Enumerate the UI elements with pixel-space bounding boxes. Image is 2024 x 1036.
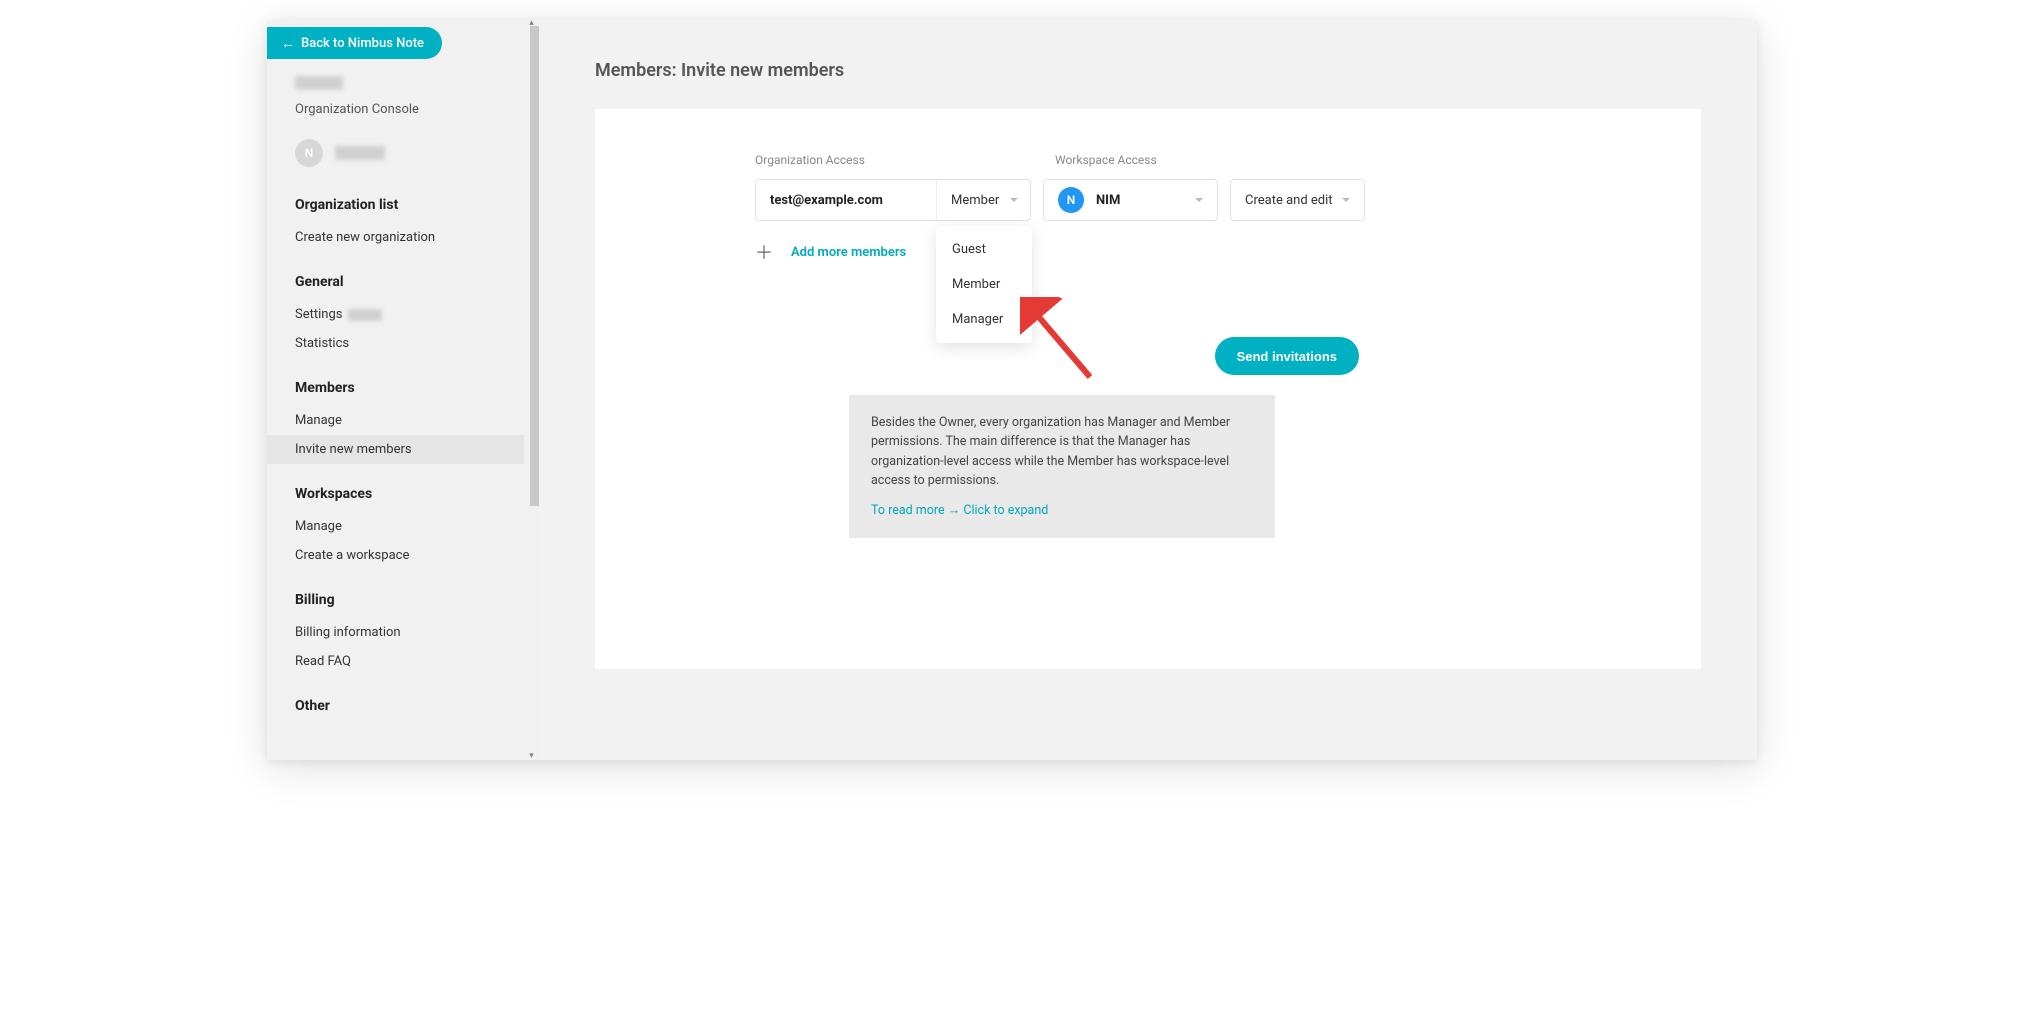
add-more-members-button[interactable]: ＋ Add more members: [755, 239, 1641, 265]
nav-ws-create[interactable]: Create a workspace: [295, 541, 539, 570]
permission-select[interactable]: Create and edit: [1230, 179, 1365, 221]
scroll-down-icon[interactable]: ▾: [524, 749, 539, 760]
add-more-label: Add more members: [791, 245, 906, 260]
nav-settings[interactable]: Settings: [295, 300, 539, 329]
sidebar-scrollbar[interactable]: ▴ ▾: [524, 26, 539, 754]
section-billing: Billing Billing information Read FAQ: [295, 592, 539, 676]
info-text: Besides the Owner, every organization ha…: [871, 413, 1253, 491]
nav-invite-members[interactable]: Invite new members: [267, 435, 539, 464]
redacted-settings-badge: [348, 309, 382, 321]
org-block: Organization Console: [295, 76, 539, 117]
nav-billing-info[interactable]: Billing information: [295, 618, 539, 647]
nav-settings-label: Settings: [295, 307, 342, 322]
redacted-org-name: [295, 76, 343, 90]
avatar: N: [295, 139, 323, 167]
nav-billing-faq[interactable]: Read FAQ: [295, 647, 539, 676]
role-option-guest[interactable]: Guest: [936, 232, 1032, 267]
org-access-label: Organization Access: [755, 153, 1043, 167]
send-row: Send invitations: [755, 337, 1359, 375]
scrollbar-thumb[interactable]: [530, 26, 539, 506]
invite-card: Organization Access Workspace Access tes…: [595, 109, 1701, 669]
page-title: Members: Invite new members: [595, 60, 1701, 81]
role-dropdown: Guest Member Manager: [936, 226, 1032, 343]
section-general: General Settings Statistics: [295, 274, 539, 358]
form-input-row: test@example.com Member Guest Member Man…: [755, 179, 1641, 221]
workspace-name: NIM: [1096, 193, 1120, 208]
sidebar: ← Back to Nimbus Note Organization Conso…: [267, 20, 539, 760]
section-other: Other: [295, 698, 539, 714]
org-access-field: test@example.com Member Guest Member Man…: [755, 179, 1031, 221]
main-area: Members: Invite new members Organization…: [539, 20, 1757, 760]
role-option-manager[interactable]: Manager: [936, 302, 1032, 337]
workspace-badge: N: [1058, 187, 1084, 213]
email-input[interactable]: test@example.com: [756, 180, 936, 220]
back-label: Back to Nimbus Note: [301, 36, 424, 51]
nav-create-org[interactable]: Create new organization: [295, 223, 539, 252]
info-box: Besides the Owner, every organization ha…: [849, 395, 1275, 538]
section-title-billing: Billing: [295, 592, 539, 608]
permission-selected-label: Create and edit: [1245, 193, 1333, 208]
chevron-down-icon: [1195, 198, 1203, 202]
section-title-org-list: Organization list: [295, 197, 539, 213]
form-header-row: Organization Access Workspace Access: [755, 153, 1641, 179]
user-block[interactable]: N: [295, 139, 539, 167]
section-title-members: Members: [295, 380, 539, 396]
plus-icon: ＋: [755, 239, 773, 265]
section-org-list: Organization list Create new organizatio…: [295, 197, 539, 252]
workspace-select[interactable]: N NIM: [1043, 179, 1218, 221]
send-invitations-button[interactable]: Send invitations: [1215, 337, 1359, 375]
section-workspaces: Workspaces Manage Create a workspace: [295, 486, 539, 570]
ws-access-label: Workspace Access: [1055, 153, 1157, 167]
role-option-member[interactable]: Member: [936, 267, 1032, 302]
redacted-user-name: [335, 146, 385, 160]
section-members: Members Manage Invite new members: [295, 380, 539, 464]
org-console-label: Organization Console: [295, 102, 539, 117]
arrow-left-icon: ←: [281, 35, 295, 52]
role-selected-label: Member: [951, 193, 999, 208]
nav-ws-manage[interactable]: Manage: [295, 512, 539, 541]
section-title-general: General: [295, 274, 539, 290]
sidebar-content: Organization Console N Organization list…: [267, 20, 539, 714]
section-title-workspaces: Workspaces: [295, 486, 539, 502]
role-select[interactable]: Member: [936, 180, 1030, 220]
back-to-nimbus-button[interactable]: ← Back to Nimbus Note: [267, 27, 442, 59]
nav-statistics[interactable]: Statistics: [295, 329, 539, 358]
chevron-down-icon: [1010, 198, 1018, 202]
app-frame: ← Back to Nimbus Note Organization Conso…: [267, 20, 1757, 760]
nav-members-manage[interactable]: Manage: [295, 406, 539, 435]
section-title-other: Other: [295, 698, 539, 714]
chevron-down-icon: [1342, 198, 1350, 202]
info-expand-link[interactable]: To read more → Click to expand: [871, 501, 1048, 520]
